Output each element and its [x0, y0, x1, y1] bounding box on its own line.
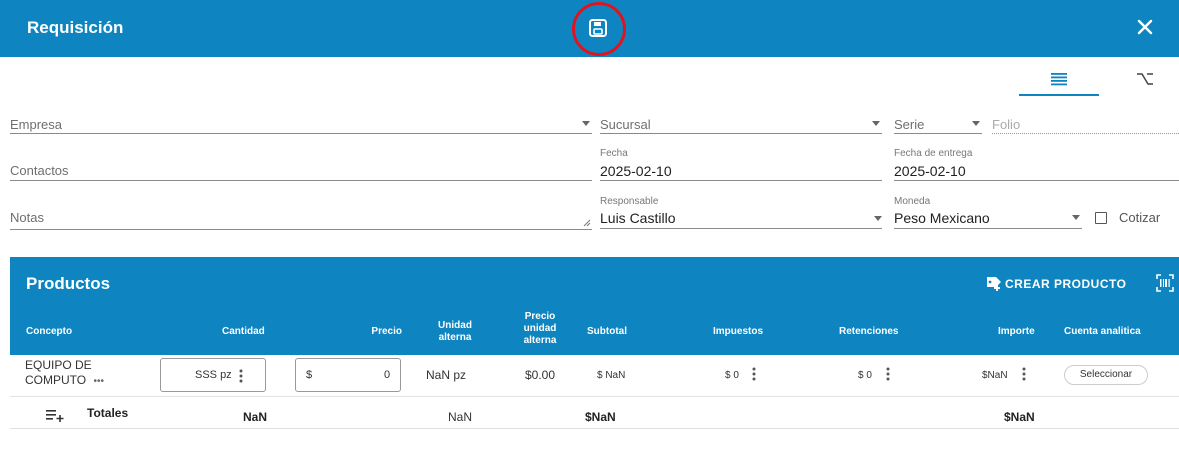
precio-currency: $ [306, 369, 313, 381]
total-cantidad: NaN [243, 410, 268, 424]
cantidad-input[interactable]: SSS pz [160, 358, 266, 392]
tab-alternate-view[interactable] [1105, 64, 1179, 96]
notas-placeholder: Notas [10, 210, 44, 225]
sucursal-select[interactable]: Sucursal [600, 112, 882, 134]
row-divider [10, 396, 1179, 397]
save-button[interactable] [587, 17, 609, 39]
sucursal-placeholder: Sucursal [600, 117, 651, 132]
add-row-icon[interactable] [45, 407, 65, 423]
cotizar-label: Cotizar [1119, 210, 1161, 225]
impuestos-value: $ 0 [725, 370, 739, 381]
chevron-down-icon [972, 120, 980, 126]
contactos-input[interactable]: Contactos [10, 158, 592, 181]
products-header: Productos CREAR PRODUCTO Concepto Cantid… [10, 257, 1179, 355]
fecha-entrega-value: 2025-02-10 [894, 163, 966, 179]
responsable-arrow-holder [872, 194, 882, 229]
col-concepto: Concepto [26, 326, 73, 337]
crear-producto-label: CREAR PRODUCTO [1005, 277, 1127, 291]
responsable-select[interactable]: Responsable Luis Castillo [600, 194, 882, 229]
option-key-icon [1137, 73, 1153, 85]
resize-grip-icon[interactable] [583, 219, 591, 227]
unidad-alterna-value: NaN pz [426, 368, 467, 382]
fecha-entrega-input[interactable]: Fecha de entrega 2025-02-10 [894, 146, 1179, 181]
barcode-icon [1156, 274, 1174, 292]
precio-input[interactable]: $ 0 [295, 358, 401, 392]
empresa-select[interactable]: Empresa [10, 112, 592, 134]
moneda-value: Peso Mexicano [894, 210, 990, 226]
col-unidad-alterna-line2: alterna [438, 332, 472, 343]
add-product-icon [987, 277, 1001, 291]
barcode-scan-button[interactable] [1156, 274, 1174, 292]
concepto-line2: COMPUTO ••• [25, 373, 104, 387]
col-precio-unidad-line1: Precio [524, 311, 556, 322]
table-bottom-divider [10, 428, 1179, 429]
concepto-line2-text: COMPUTO [25, 373, 87, 387]
precio-value: 0 [384, 369, 391, 381]
moneda-select[interactable]: Moneda Peso Mexicano [894, 194, 1082, 229]
col-precio-unidad-alterna: Precio unidad alterna [510, 311, 570, 347]
col-cantidad: Cantidad [222, 326, 265, 337]
col-cuenta-analitica: Cuenta analitica [1064, 326, 1141, 337]
save-icon [589, 19, 607, 37]
more-options-icon[interactable]: ••• [93, 376, 104, 387]
fecha-label: Fecha [600, 148, 628, 159]
totales-label: Totales [87, 406, 129, 420]
concepto-line1: EQUIPO DE [25, 358, 92, 372]
list-icon [1051, 73, 1067, 86]
impuestos-menu-icon[interactable] [752, 367, 756, 381]
dialog-title: Requisición [27, 18, 124, 37]
total-importe: $NaN [1004, 410, 1035, 424]
col-precio-unidad-line2: unidad [523, 323, 557, 334]
chevron-down-icon [1072, 215, 1080, 220]
products-title: Productos [26, 274, 111, 293]
chevron-down-icon [872, 120, 880, 126]
moneda-label: Moneda [894, 196, 931, 207]
chevron-down-icon [582, 120, 590, 126]
fecha-entrega-label: Fecha de entrega [894, 148, 973, 159]
retenciones-value: $ 0 [858, 370, 872, 381]
checkbox-box[interactable] [1095, 212, 1107, 224]
importe-value: $NaN [982, 370, 1008, 381]
total-unidad-alterna: NaN [448, 410, 473, 424]
serie-placeholder: Serie [894, 117, 925, 132]
serie-select[interactable]: Serie [894, 112, 982, 134]
importe-menu-icon[interactable] [1022, 367, 1026, 381]
fecha-input[interactable]: Fecha 2025-02-10 [600, 146, 882, 181]
seleccionar-cuenta-button[interactable]: Seleccionar [1064, 365, 1148, 385]
col-impuestos: Impuestos [713, 326, 764, 337]
folio-input[interactable]: Folio [992, 112, 1179, 134]
fecha-value: 2025-02-10 [600, 163, 672, 179]
contactos-placeholder: Contactos [10, 163, 69, 178]
kebab-menu-icon[interactable] [239, 369, 243, 383]
folio-placeholder: Folio [992, 117, 1021, 132]
close-icon [1137, 19, 1153, 35]
empresa-placeholder: Empresa [10, 117, 63, 132]
notas-textarea[interactable]: Notas [10, 205, 592, 230]
close-button[interactable] [1134, 16, 1156, 38]
col-subtotal: Subtotal [587, 326, 627, 337]
total-subtotal: $NaN [585, 410, 616, 424]
dialog-header: Requisición [0, 0, 1179, 57]
col-importe: Importe [998, 326, 1035, 337]
col-precio: Precio [371, 326, 402, 337]
col-precio-unidad-line3: alterna [523, 335, 557, 346]
tab-list-view[interactable] [1019, 64, 1099, 96]
responsable-value: Luis Castillo [600, 210, 676, 226]
precio-unidad-alterna-value: $0.00 [525, 368, 556, 382]
col-unidad-alterna-line1: Unidad [438, 320, 472, 331]
subtotal-value: $ NaN [597, 370, 626, 381]
col-unidad-alterna: Unidad alterna [425, 320, 485, 344]
retenciones-menu-icon[interactable] [886, 367, 890, 381]
col-retenciones: Retenciones [839, 326, 899, 337]
cantidad-value: SSS pz [195, 369, 232, 381]
chevron-down-icon [874, 215, 882, 221]
responsable-label: Responsable [600, 196, 659, 207]
